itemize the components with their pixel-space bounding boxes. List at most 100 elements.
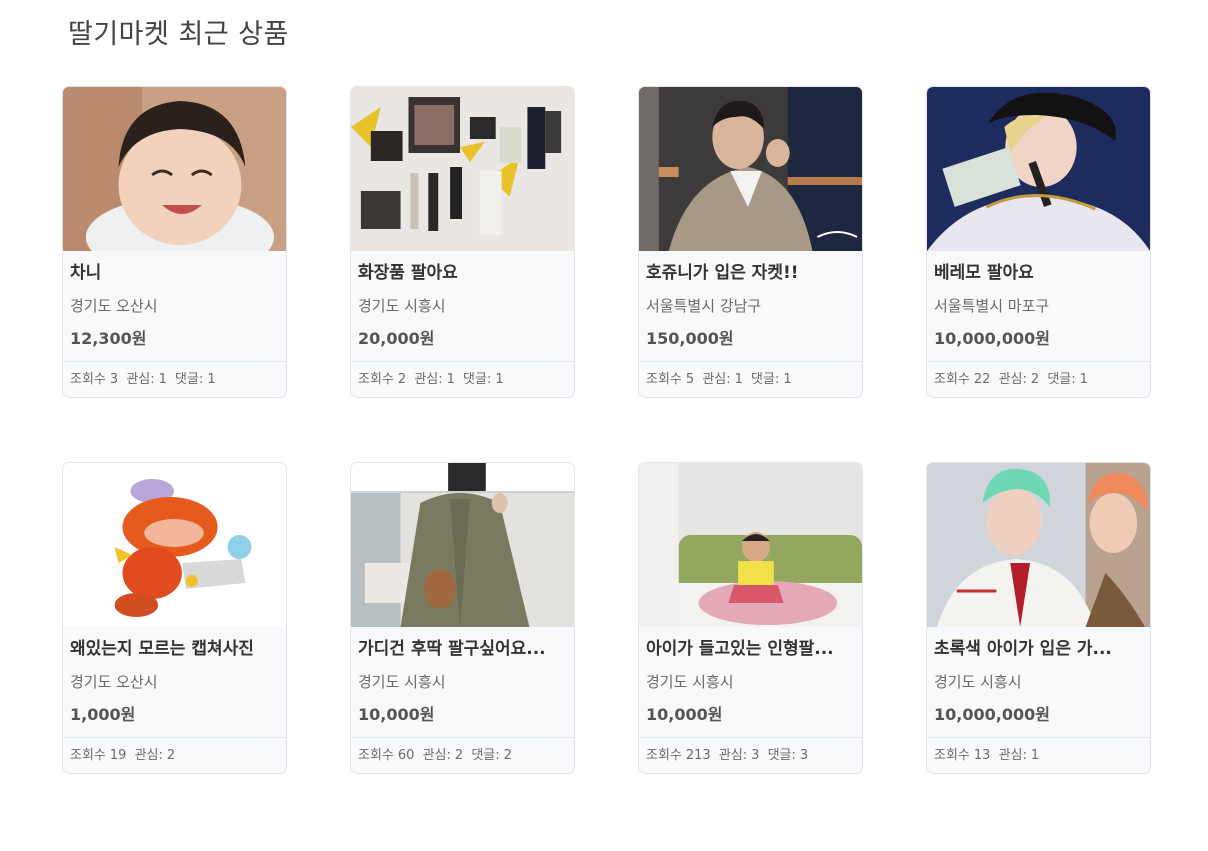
product-price: 12,300원 (70, 329, 147, 348)
likes-count: 1 (1030, 748, 1040, 763)
green-hair-photo[interactable] (927, 463, 1150, 627)
product-stats: 조회수 5 관심: 1 댓글: 1 (639, 361, 862, 397)
views-count: 13 (973, 748, 991, 763)
product-price: 10,000,000원 (934, 329, 1050, 348)
product-info: 호쥬니가 입은 자켓!! 서울특별시 강남구 150,000원 (639, 251, 862, 361)
product-stats: 조회수 13 관심: 1 (927, 737, 1150, 773)
product-title[interactable]: 가디건 후딱 팔구싶어요... (358, 637, 567, 661)
comments-count: 2 (503, 748, 512, 763)
product-price: 10,000,000원 (934, 705, 1050, 724)
product-card-6[interactable]: 가디건 후딱 팔구싶어요... 경기도 시흥시 10,000원 조회수 60 관심… (350, 462, 575, 774)
comments-count: 1 (495, 372, 504, 387)
views-label: 조회수 (358, 748, 394, 763)
product-stats: 조회수 22 관심: 2 댓글: 1 (927, 361, 1150, 397)
product-title[interactable]: 아이가 들고있는 인형팔... (646, 637, 855, 661)
product-title[interactable]: 왜있는지 모르는 캡쳐사진 (70, 637, 279, 661)
product-stats: 조회수 2 관심: 1 댓글: 1 (351, 361, 574, 397)
cosmetics-photo[interactable] (351, 87, 574, 251)
kid-on-bed-photo[interactable] (639, 463, 862, 627)
product-region: 경기도 시흥시 (358, 297, 446, 315)
beret-photo[interactable] (927, 87, 1150, 251)
views-count: 22 (973, 372, 991, 387)
views-label: 조회수 (646, 748, 682, 763)
product-title[interactable]: 화장품 팔아요 (358, 261, 567, 285)
product-price: 20,000원 (358, 329, 435, 348)
product-info: 왜있는지 모르는 캡쳐사진 경기도 오산시 1,000원 (63, 627, 286, 737)
product-stats: 조회수 60 관심: 2 댓글: 2 (351, 737, 574, 773)
product-info: 아이가 들고있는 인형팔... 경기도 시흥시 10,000원 (639, 627, 862, 737)
comments-count: 1 (207, 372, 216, 387)
product-price: 1,000원 (70, 705, 136, 724)
comments-label: 댓글: (471, 748, 500, 763)
product-card-3[interactable]: 호쥬니가 입은 자켓!! 서울특별시 강남구 150,000원 조회수 5 관심:… (638, 86, 863, 398)
likes-count: 1 (158, 372, 167, 387)
views-count: 60 (397, 748, 415, 763)
product-region: 서울특별시 마포구 (934, 297, 1050, 315)
views-label: 조회수 (646, 372, 682, 387)
game-character-image[interactable] (63, 463, 286, 627)
likes-label: 관심: (126, 372, 155, 387)
likes-label: 관심: (998, 748, 1027, 763)
likes-count: 2 (1030, 372, 1040, 387)
product-region: 경기도 시흥시 (934, 673, 1022, 691)
product-info: 차니 경기도 오산시 12,300원 (63, 251, 286, 361)
likes-count: 1 (734, 372, 743, 387)
views-count: 19 (109, 748, 127, 763)
views-count: 213 (685, 748, 711, 763)
product-region: 경기도 오산시 (70, 297, 158, 315)
product-region: 경기도 시흥시 (358, 673, 446, 691)
product-region: 서울특별시 강남구 (646, 297, 762, 315)
product-stats: 조회수 19 관심: 2 (63, 737, 286, 773)
product-title[interactable]: 베레모 팔아요 (934, 261, 1143, 285)
likes-count: 2 (454, 748, 464, 763)
product-stats: 조회수 213 관심: 3 댓글: 3 (639, 737, 862, 773)
views-label: 조회수 (70, 748, 106, 763)
views-label: 조회수 (358, 372, 394, 387)
likes-count: 1 (446, 372, 455, 387)
likes-label: 관심: (414, 372, 443, 387)
likes-label: 관심: (998, 372, 1027, 387)
likes-count: 2 (166, 748, 176, 763)
cardigan-photo[interactable] (351, 463, 574, 627)
page-title: 딸기마켓 최근 상품 (68, 19, 289, 50)
comments-label: 댓글: (767, 748, 796, 763)
comments-label: 댓글: (175, 372, 204, 387)
product-stats: 조회수 3 관심: 1 댓글: 1 (63, 361, 286, 397)
product-grid: 차니 경기도 오산시 12,300원 조회수 3 관심: 1 댓글: 1 화장품 팔아… (62, 86, 1151, 774)
comments-label: 댓글: (463, 372, 492, 387)
likes-label: 관심: (718, 748, 748, 763)
views-label: 조회수 (70, 372, 106, 387)
product-info: 베레모 팔아요 서울특별시 마포구 10,000,000원 (927, 251, 1150, 361)
singer-jacket-photo[interactable] (639, 87, 862, 251)
comments-count: 3 (799, 748, 809, 763)
product-price: 150,000원 (646, 329, 734, 348)
comments-count: 1 (783, 372, 792, 387)
product-card-1[interactable]: 차니 경기도 오산시 12,300원 조회수 3 관심: 1 댓글: 1 (62, 86, 287, 398)
views-count: 5 (685, 372, 695, 387)
product-title[interactable]: 차니 (70, 261, 279, 285)
product-info: 화장품 팔아요 경기도 시흥시 20,000원 (351, 251, 574, 361)
comments-label: 댓글: (1047, 372, 1076, 387)
product-price: 10,000원 (358, 705, 435, 724)
likes-count: 3 (751, 748, 760, 763)
product-card-8[interactable]: 초록색 아이가 입은 가... 경기도 시흥시 10,000,000원 조회수 1… (926, 462, 1151, 774)
likes-label: 관심: (422, 748, 451, 763)
product-region: 경기도 시흥시 (646, 673, 734, 691)
product-card-4[interactable]: 베레모 팔아요 서울특별시 마포구 10,000,000원 조회수 22 관심: 2… (926, 86, 1151, 398)
views-label: 조회수 (934, 372, 970, 387)
product-title[interactable]: 호쥬니가 입은 자켓!! (646, 261, 855, 285)
product-card-7[interactable]: 아이가 들고있는 인형팔... 경기도 시흥시 10,000원 조회수 213 관… (638, 462, 863, 774)
views-count: 2 (397, 372, 407, 387)
comments-count: 1 (1079, 372, 1088, 387)
product-region: 경기도 오산시 (70, 673, 158, 691)
product-card-2[interactable]: 화장품 팔아요 경기도 시흥시 20,000원 조회수 2 관심: 1 댓글: 1 (350, 86, 575, 398)
views-count: 3 (109, 372, 119, 387)
product-info: 가디건 후딱 팔구싶어요... 경기도 시흥시 10,000원 (351, 627, 574, 737)
product-price: 10,000원 (646, 705, 723, 724)
product-title[interactable]: 초록색 아이가 입은 가... (934, 637, 1143, 661)
product-card-5[interactable]: 왜있는지 모르는 캡쳐사진 경기도 오산시 1,000원 조회수 19 관심: 2 (62, 462, 287, 774)
child-smiling-photo[interactable] (63, 87, 286, 251)
views-label: 조회수 (934, 748, 970, 763)
likes-label: 관심: (134, 748, 163, 763)
likes-label: 관심: (702, 372, 731, 387)
